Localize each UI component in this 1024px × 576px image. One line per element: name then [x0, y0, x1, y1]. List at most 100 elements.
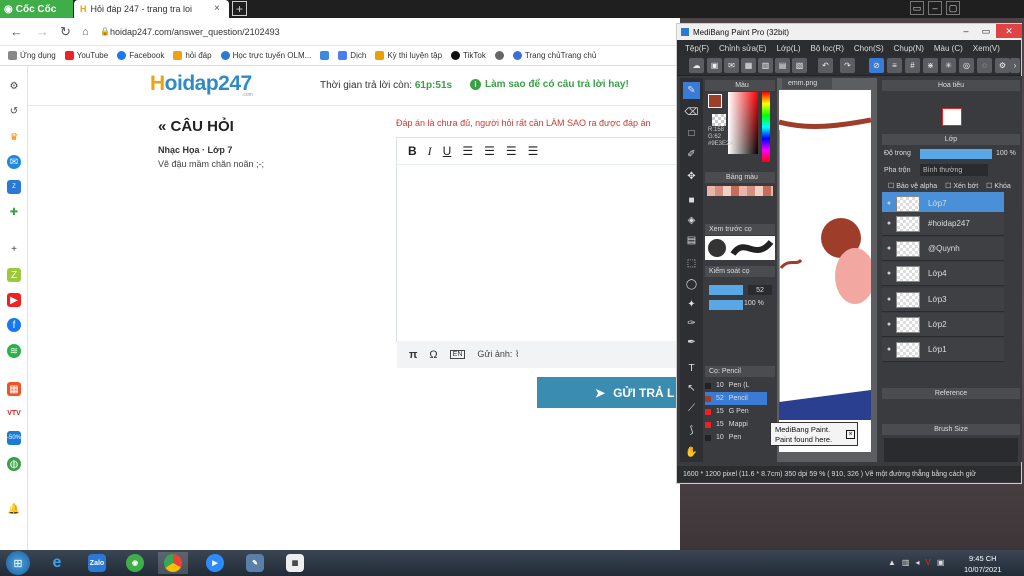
- tray-arrow-icon[interactable]: ▲: [888, 558, 896, 567]
- layer-row[interactable]: ● Lớp1: [882, 338, 1004, 362]
- chrome-taskbar-item[interactable]: [158, 552, 188, 574]
- browser-brand-button[interactable]: ◉ Cốc Cốc: [0, 0, 73, 18]
- magic-wand-icon[interactable]: ✦: [683, 296, 700, 313]
- volume-icon[interactable]: ◂: [915, 558, 919, 567]
- bucket-fill-icon[interactable]: ◈: [683, 212, 700, 229]
- text-tool-icon[interactable]: T: [683, 360, 700, 377]
- brush-item[interactable]: 15 G Pen: [705, 405, 767, 418]
- pen-tool-icon[interactable]: ✎: [683, 82, 700, 99]
- brush-size-value[interactable]: 52: [748, 285, 772, 295]
- bookmark-youtube[interactable]: YouTube: [64, 51, 108, 60]
- facebook-sidebar-icon[interactable]: f: [7, 318, 21, 332]
- align-right-button[interactable]: ☰: [506, 144, 517, 158]
- lasso-icon[interactable]: ◯: [683, 276, 700, 293]
- gradient-icon[interactable]: ▤: [683, 232, 700, 249]
- omega-symbol-button[interactable]: Ω: [429, 349, 437, 361]
- layer-row[interactable]: ● #hoidap247: [882, 212, 1004, 236]
- submit-answer-button[interactable]: ➤ GỬI TRẢ L: [537, 377, 680, 408]
- navigator-thumbnail[interactable]: [942, 108, 962, 126]
- extension-z-icon[interactable]: Z: [7, 268, 21, 282]
- select-pen-icon[interactable]: ✑: [683, 315, 700, 332]
- screenshot-icon[interactable]: ▭: [910, 1, 924, 15]
- menu-view[interactable]: Xem(V): [973, 44, 1000, 53]
- snap-radial-icon[interactable]: ✳: [941, 58, 956, 73]
- ie-taskbar-item[interactable]: e: [42, 552, 72, 574]
- undo-icon[interactable]: ↶: [818, 58, 833, 73]
- language-button[interactable]: EN: [449, 350, 466, 359]
- earth-icon[interactable]: ◍: [7, 457, 21, 471]
- promo-icon[interactable]: -50%: [7, 431, 21, 445]
- taskbar-clock[interactable]: 9:45 CH 10/07/2021: [964, 553, 1002, 575]
- menu-file[interactable]: Tệp(F): [685, 44, 709, 53]
- brush-item[interactable]: 10 Pen: [705, 431, 767, 444]
- bold-button[interactable]: B: [408, 144, 417, 158]
- language-icon[interactable]: ▣: [937, 558, 945, 567]
- eye-icon[interactable]: ●: [882, 346, 896, 353]
- shop-icon[interactable]: ▦: [7, 382, 21, 396]
- menu-snap[interactable]: Chụp(N): [894, 44, 924, 53]
- bookmark-kythi[interactable]: Kỳ thi luyện tập: [375, 51, 442, 60]
- layer-row[interactable]: ● Lớp3: [882, 288, 1004, 312]
- vpn-icon[interactable]: V: [926, 558, 931, 567]
- snap-off-icon[interactable]: ⊘: [869, 58, 884, 73]
- brush-item-selected[interactable]: 52 Pencil: [705, 392, 767, 405]
- bookmark-olm[interactable]: Học trực tuyến OLM...: [220, 51, 311, 60]
- bookmark-tiktok[interactable]: TikTok: [451, 51, 486, 60]
- select-eraser-icon[interactable]: ✒: [683, 334, 700, 351]
- vtv-icon[interactable]: VTV: [7, 406, 21, 420]
- menu-edit[interactable]: Chỉnh sửa(E): [719, 44, 767, 53]
- bookmark-hoidap[interactable]: hỏi đáp: [173, 51, 212, 60]
- hand-icon[interactable]: ✋: [683, 444, 700, 461]
- brush-size-slider[interactable]: [709, 285, 743, 295]
- layer-row[interactable]: ● Lớp4: [882, 262, 1004, 286]
- protect-alpha-checkbox[interactable]: ☐ Bảo vệ alpha: [888, 182, 937, 190]
- canvas-tab[interactable]: emm.png: [782, 78, 832, 89]
- divide-icon[interactable]: ⟆: [683, 422, 700, 439]
- notification-bell-icon[interactable]: 🔔: [7, 502, 21, 516]
- restore-icon[interactable]: ▭: [976, 24, 996, 38]
- zalo-taskbar-item[interactable]: Zalo: [82, 552, 112, 574]
- chat-icon[interactable]: ▣: [707, 58, 722, 73]
- game-icon[interactable]: ✚: [7, 205, 21, 219]
- forward-arrow-icon[interactable]: →: [36, 24, 49, 39]
- snap-parallel-icon[interactable]: ≡: [887, 58, 902, 73]
- minimize-icon[interactable]: –: [928, 1, 942, 15]
- back-arrow-icon[interactable]: ←: [10, 24, 23, 39]
- brush-size-presets[interactable]: [884, 438, 1018, 462]
- settings-gear-icon[interactable]: ⚙: [7, 79, 21, 93]
- calendar-taskbar-item[interactable]: ▦: [280, 552, 310, 574]
- home-icon[interactable]: ⌂: [82, 26, 89, 38]
- operation-icon[interactable]: ↖: [683, 380, 700, 397]
- messenger-icon[interactable]: ✉: [7, 155, 21, 169]
- medibang-taskbar-item[interactable]: ✎: [240, 552, 270, 574]
- howto-link[interactable]: i Làm sao để có câu trả lời hay!: [470, 79, 629, 90]
- eye-icon[interactable]: ●: [882, 270, 896, 277]
- eye-icon[interactable]: ●: [882, 296, 896, 303]
- rect-select-icon[interactable]: □: [683, 125, 700, 142]
- lock-checkbox[interactable]: ☐ Khóa: [986, 182, 1011, 190]
- url-input[interactable]: hoidap247.com/answer_question/2102493: [110, 27, 280, 37]
- select-icon[interactable]: ⬚: [683, 255, 700, 272]
- coccoc-taskbar-item[interactable]: ◉: [120, 552, 150, 574]
- add-sidebar-icon[interactable]: +: [7, 242, 21, 256]
- answer-editor[interactable]: [396, 137, 680, 342]
- bookmark-facebook[interactable]: Facebook: [117, 51, 164, 60]
- bucket-icon[interactable]: ▧: [792, 58, 807, 73]
- eyedropper-icon[interactable]: ⟋: [683, 400, 700, 417]
- fill-rect-icon[interactable]: ■: [683, 192, 700, 209]
- snap-circle-icon[interactable]: ◎: [959, 58, 974, 73]
- layer-row[interactable]: ● Lớp2: [882, 313, 1004, 337]
- align-center-button[interactable]: ☰: [484, 144, 495, 158]
- layer-row[interactable]: ● @Quynh: [882, 237, 1004, 261]
- bookmark-apps[interactable]: Ứng dụng: [8, 51, 56, 60]
- site-logo[interactable]: Hoidap247: [150, 72, 252, 96]
- clipping-checkbox[interactable]: ☐ Xén bớt: [945, 182, 978, 190]
- menu-filter[interactable]: Bộ lọc(R): [811, 44, 844, 53]
- redo-icon[interactable]: ↷: [840, 58, 855, 73]
- primary-color-swatch[interactable]: [708, 94, 722, 108]
- menu-layer[interactable]: Lớp(L): [777, 44, 801, 53]
- underline-button[interactable]: U: [443, 144, 452, 158]
- brush-item[interactable]: 10 Pen (L: [705, 379, 767, 392]
- italic-button[interactable]: I: [428, 144, 432, 159]
- drawing-canvas[interactable]: [779, 90, 871, 452]
